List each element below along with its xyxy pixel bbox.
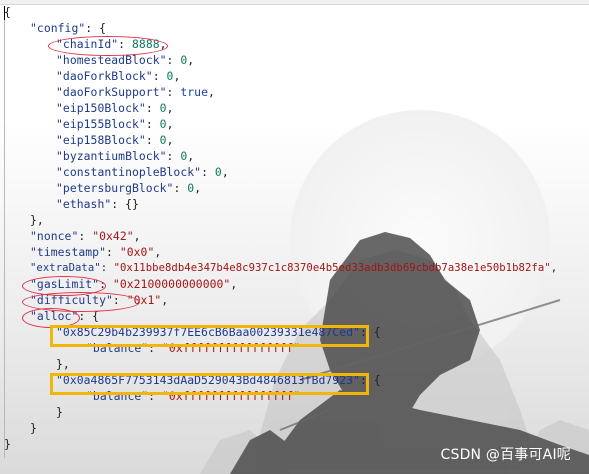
json-punct: , [230, 277, 238, 291]
json-punct: , [166, 117, 174, 131]
json-punct: : [145, 101, 160, 115]
json-string: "0x2100000000000" [112, 277, 231, 291]
json-punct: : [166, 53, 181, 67]
json-string: "0x42" [92, 229, 134, 243]
json-punct: : [201, 165, 215, 179]
json-punct: , [154, 245, 162, 259]
code-line: }, [56, 356, 70, 372]
json-string: "0x0" [119, 245, 155, 259]
brace-open: { [4, 5, 11, 19]
brace-close: }, [30, 213, 44, 227]
json-punct: : [145, 133, 160, 147]
json-punct: , [550, 262, 558, 274]
json-punct: : { [85, 21, 106, 35]
json-punct: , [166, 133, 174, 147]
json-key: "daoForkBlock" [56, 69, 153, 83]
json-key: "eip158Block" [56, 133, 146, 147]
json-key: "eip150Block" [56, 101, 146, 115]
json-key: "eip155Block" [56, 117, 146, 131]
json-key: "timestamp" [30, 245, 106, 259]
json-number: 0 [159, 133, 167, 147]
brace-close: } [56, 405, 63, 419]
json-punct: : [166, 149, 181, 163]
json-punct: : [173, 181, 188, 195]
json-punct: , [166, 101, 174, 115]
json-punct: , [187, 53, 195, 67]
code-line: "constantinopleBlock": 0, [56, 164, 229, 180]
code-line: } [30, 420, 37, 436]
code-line: "eip150Block": 0, [56, 100, 173, 116]
json-key: "config" [30, 21, 86, 35]
json-number: 0 [159, 101, 167, 115]
json-boolean: true [180, 85, 208, 99]
json-key: "nonce" [30, 229, 79, 243]
json-key: "petersburgBlock" [56, 181, 174, 195]
json-punct: , [161, 293, 169, 307]
brace-close: }, [56, 357, 70, 371]
code-line: } [56, 404, 63, 420]
brace-close: } [4, 437, 11, 451]
json-key: "ethash" [56, 197, 112, 211]
json-key: "extraData" [30, 262, 101, 274]
code-line: { [4, 4, 11, 20]
code-line: "extraData": "0x11bbe8db4e347b4e8c937c1c… [30, 260, 557, 276]
fold-gutter [4, 6, 7, 458]
json-punct: : {} [111, 197, 139, 211]
json-editor[interactable]: { "config": { "chainId": 8888, "homestea… [0, 4, 589, 474]
code-line: "eip155Block": 0, [56, 116, 173, 132]
json-punct: : [145, 117, 160, 131]
json-number: 0 [159, 117, 167, 131]
json-punct: : [78, 229, 93, 243]
brace-close: } [30, 421, 37, 435]
code-line: "daoForkBlock": 0, [56, 68, 180, 84]
json-punct: : [100, 262, 114, 274]
code-line: "nonce": "0x42", [30, 228, 141, 244]
code-line: "timestamp": "0x0", [30, 244, 161, 260]
code-line: "ethash": {} [56, 196, 139, 212]
json-punct: , [221, 165, 229, 179]
code-line: "byzantiumBlock": 0, [56, 148, 194, 164]
json-number: 0 [214, 165, 222, 179]
json-string: "0x11bbe8db4e347b4e8c937c1c8370e4b5ed33a… [113, 262, 551, 274]
code-line: "eip158Block": 0, [56, 132, 173, 148]
code-line: "daoForkSupport": true, [56, 84, 215, 100]
address2-highlight [50, 373, 369, 395]
json-key: "constantinopleBlock" [56, 165, 202, 179]
watermark: CSDN @百事可AI呢 [440, 447, 571, 463]
code-line: "config": { [30, 20, 106, 36]
json-punct: , [194, 181, 202, 195]
json-key: "daoForkSupport" [56, 85, 167, 99]
json-punct: , [208, 85, 215, 99]
json-punct: , [133, 229, 141, 243]
json-punct: : [152, 69, 167, 83]
json-punct: , [173, 69, 181, 83]
json-punct: : [166, 85, 181, 99]
code-line: } [4, 436, 11, 452]
json-key: "byzantiumBlock" [56, 149, 167, 163]
code-line: "petersburgBlock": 0, [56, 180, 201, 196]
json-punct: , [187, 149, 195, 163]
code-line: }, [30, 212, 44, 228]
address1-highlight [50, 325, 369, 347]
chainid-highlight [48, 36, 168, 56]
json-punct: : [106, 245, 120, 259]
